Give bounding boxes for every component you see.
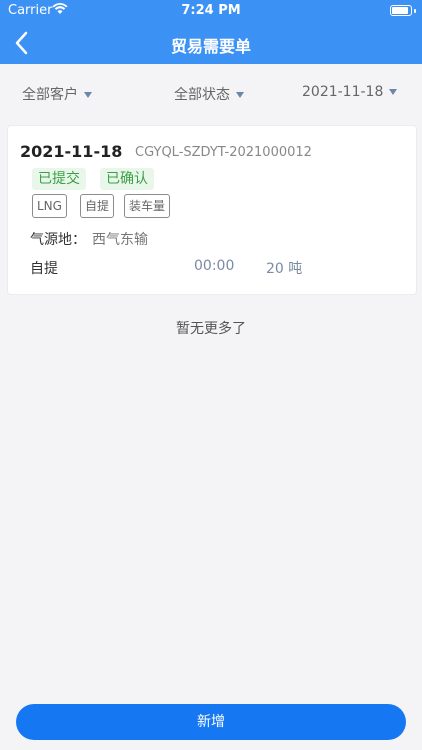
caret-down-icon: [389, 89, 398, 95]
origin-label: 气源地：: [30, 232, 86, 248]
filter-bar: 全部客户 全部状态 2021-11-18: [0, 64, 422, 120]
date-filter-label: 2021-11-18: [302, 84, 384, 100]
status-bar: Carrier 7:24 PM: [0, 0, 422, 22]
tag-lng: LNG: [32, 194, 67, 218]
order-quantity: 20 吨: [266, 261, 303, 277]
caret-down-icon: [236, 92, 244, 98]
top-bar: Carrier 7:24 PM 贸易需要单: [0, 0, 422, 64]
status-filter-label: 全部状态: [174, 87, 230, 103]
no-more-text: 暂无更多了: [176, 321, 246, 337]
page-title: 贸易需要单: [170, 37, 251, 56]
date-filter[interactable]: 2021-11-18: [302, 84, 398, 100]
battery-cap-icon: [414, 9, 416, 13]
pickup-method: 自提: [30, 261, 58, 277]
status-badge-confirmed: 已确认: [100, 168, 154, 190]
caret-down-icon: [84, 92, 92, 98]
navigation-bar: 贸易需要单: [0, 22, 422, 64]
order-code: CGYQL-SZDYT-2021000012: [135, 145, 312, 160]
origin-value: 西气东输: [92, 232, 148, 248]
order-card[interactable]: 2021-11-18 CGYQL-SZDYT-2021000012 已提交 已确…: [7, 125, 417, 295]
tag-self-pickup: 自提: [80, 194, 115, 218]
status-filter[interactable]: 全部状态: [174, 84, 244, 104]
battery-icon: [390, 5, 412, 16]
status-badge-submitted: 已提交: [32, 168, 86, 190]
customer-filter-label: 全部客户: [22, 87, 78, 103]
clock-time: 7:24 PM: [181, 3, 241, 18]
add-button[interactable]: 新增: [16, 704, 406, 740]
pickup-time: 00:00: [194, 258, 235, 274]
order-date: 2021-11-18: [20, 142, 123, 161]
customer-filter[interactable]: 全部客户: [22, 84, 92, 104]
tag-loading-volume: 装车量: [124, 194, 171, 218]
